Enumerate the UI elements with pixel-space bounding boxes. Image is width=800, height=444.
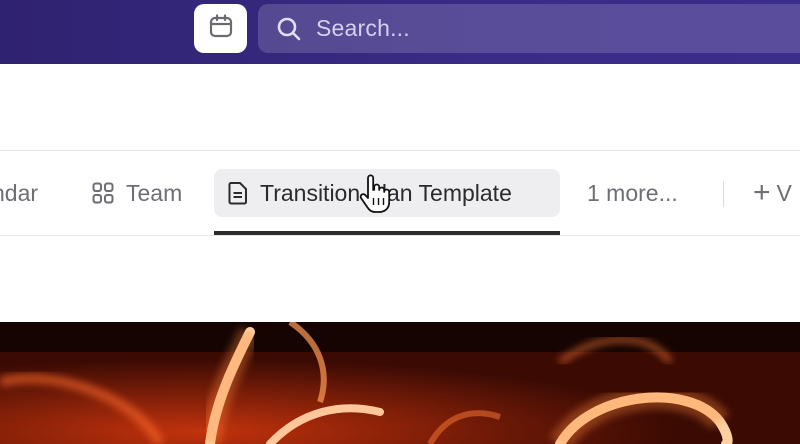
add-view-label: V <box>776 179 792 206</box>
top-bar: Search... <box>0 0 800 64</box>
search-placeholder: Search... <box>316 15 410 41</box>
search-icon <box>275 15 303 43</box>
tab-label: ndar <box>0 179 39 206</box>
cover-image <box>0 322 800 444</box>
add-view-button[interactable]: + V <box>753 169 792 217</box>
tab-divider <box>723 181 724 207</box>
tab-calendar[interactable]: ndar <box>0 169 38 217</box>
tab-label: 1 more... <box>587 179 678 206</box>
calendar-icon <box>208 13 234 44</box>
tab-label: Team <box>126 179 183 206</box>
plus-icon: + <box>753 176 771 209</box>
view-tabs: ndar Team Transition Plan Template 1 mor… <box>0 150 800 236</box>
hand-cursor-icon <box>358 174 391 214</box>
active-tab-underline <box>214 231 560 235</box>
tab-more[interactable]: 1 more... <box>587 169 678 217</box>
calendar-button[interactable] <box>194 4 247 53</box>
grid-icon <box>92 182 114 204</box>
search-input[interactable]: Search... <box>258 4 800 53</box>
tab-team[interactable]: Team <box>92 169 182 217</box>
document-icon <box>227 181 249 205</box>
